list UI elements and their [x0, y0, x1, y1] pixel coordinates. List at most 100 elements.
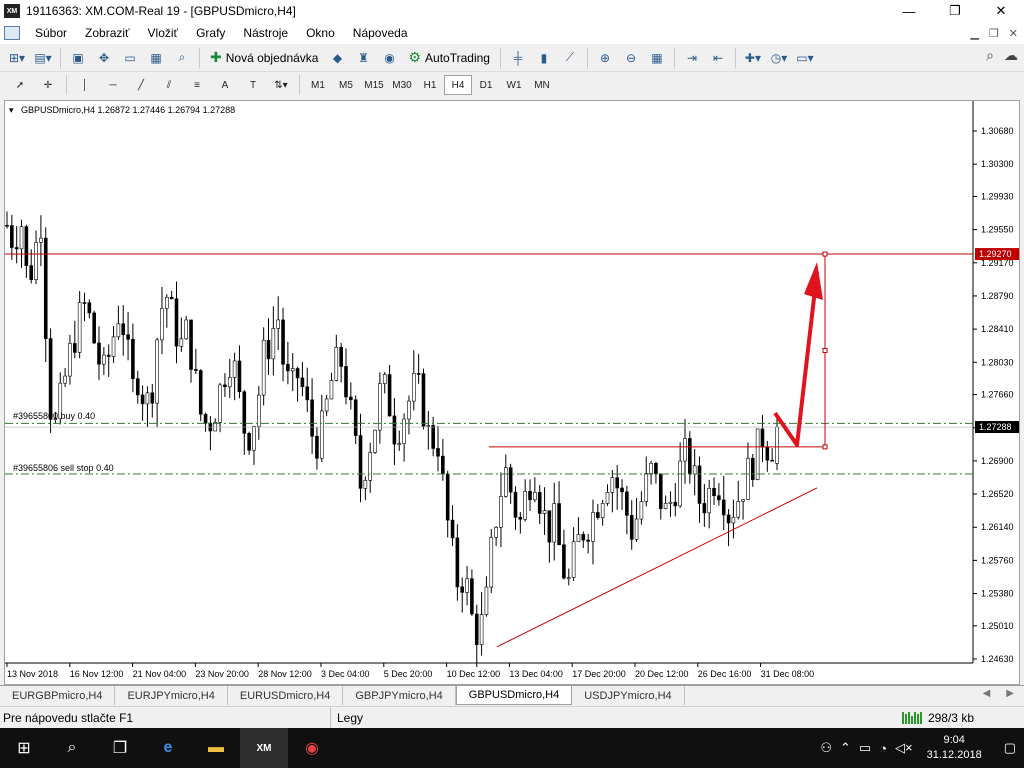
bar-chart-icon[interactable]: ╪: [507, 47, 529, 69]
data-window-icon[interactable]: ✥: [93, 47, 115, 69]
new-chart-icon[interactable]: ⊞▾: [6, 47, 28, 69]
close-button[interactable]: ✕: [978, 0, 1024, 22]
windows-start-icon[interactable]: ⊞: [0, 728, 48, 768]
menu-help[interactable]: Nápoveda: [344, 26, 417, 40]
timeframe-m30[interactable]: M30: [388, 75, 416, 95]
candle-body: [721, 499, 726, 516]
minimize-button[interactable]: —: [886, 0, 932, 22]
connection-status[interactable]: 298/3 kb: [901, 711, 974, 725]
chart-shift-icon[interactable]: ⇤: [707, 47, 729, 69]
tab-right-icon[interactable]: ▶: [1006, 688, 1014, 699]
notifications-icon[interactable]: ▢: [1004, 740, 1016, 756]
tab-eurusd[interactable]: EURUSDmicro,H4: [228, 686, 344, 705]
timeframe-w1[interactable]: W1: [500, 75, 528, 95]
signals-icon[interactable]: ◉: [378, 47, 400, 69]
templates-icon[interactable]: ▭▾: [794, 47, 816, 69]
buy-order-label[interactable]: #39655800 buy 0.40: [13, 411, 95, 421]
vertical-line-icon[interactable]: │: [71, 75, 99, 95]
periods-icon[interactable]: ◷▾: [768, 47, 790, 69]
mdi-minimize-icon[interactable]: ▁: [970, 27, 978, 40]
timeframe-m15[interactable]: M15: [360, 75, 388, 95]
timeframe-m5[interactable]: M5: [332, 75, 360, 95]
menu-charts[interactable]: Grafy: [187, 26, 234, 40]
timeframe-d1[interactable]: D1: [472, 75, 500, 95]
menu-view[interactable]: Zobraziť: [76, 26, 139, 40]
projection-handle[interactable]: [822, 347, 828, 353]
chart-window-icon[interactable]: [4, 26, 20, 40]
tab-left-icon[interactable]: ◀: [983, 688, 991, 699]
mdi-close-icon[interactable]: ✕: [1009, 27, 1018, 40]
line-chart-icon[interactable]: ⟋: [559, 47, 581, 69]
candle-body: [363, 480, 368, 489]
metaeditor-icon[interactable]: ◆: [326, 47, 348, 69]
timeframe-h4[interactable]: H4: [444, 75, 472, 95]
zoom-in-icon[interactable]: ⊕: [594, 47, 616, 69]
timeframe-mn[interactable]: MN: [528, 75, 556, 95]
cursor-icon[interactable]: ➚: [6, 75, 34, 95]
task-view-icon[interactable]: ❐: [96, 728, 144, 768]
search-icon[interactable]: ⌕: [986, 47, 994, 64]
trendline-icon[interactable]: ╱: [127, 75, 155, 95]
candle-body: [305, 386, 310, 401]
tab-eurjpy[interactable]: EURJPYmicro,H4: [115, 686, 228, 705]
network-icon[interactable]: ◔: [879, 741, 887, 756]
xm-terminal-icon[interactable]: XM: [240, 728, 288, 768]
menu-window[interactable]: Okno: [297, 26, 344, 40]
tab-eurgbp[interactable]: EURGBPmicro,H4: [0, 686, 116, 705]
new-order-button[interactable]: ✚ Nová objednávka: [206, 47, 322, 69]
candle-body: [310, 399, 314, 437]
market-icon[interactable]: ♜: [352, 47, 374, 69]
price-chart[interactable]: ▾ GBPUSDmicro,H4 1.26872 1.27446 1.26794…: [5, 101, 1019, 684]
text-icon[interactable]: A: [211, 75, 239, 95]
price-label: 1.29550: [981, 225, 1014, 235]
connection-bars-icon: [901, 711, 924, 724]
equidistant-channel-icon[interactable]: ⫽: [155, 75, 183, 95]
menu-tools[interactable]: Nástroje: [234, 26, 297, 40]
projection-handle[interactable]: [822, 251, 828, 257]
chart-window[interactable]: ▾ GBPUSDmicro,H4 1.26872 1.27446 1.26794…: [4, 100, 1020, 685]
arrows-icon[interactable]: ⇅▾: [267, 75, 295, 95]
edge-browser-icon[interactable]: e: [144, 728, 192, 768]
maximize-button[interactable]: ❐: [932, 0, 978, 22]
mdi-restore-icon[interactable]: ❐: [989, 27, 999, 40]
zoom-out-icon[interactable]: ⊖: [620, 47, 642, 69]
terminal-icon[interactable]: ▦: [145, 47, 167, 69]
chevron-up-icon[interactable]: ⌃: [840, 740, 851, 756]
status-bar: Pre nápovedu stlačte F1 Legy 298/3 kb: [0, 706, 1024, 728]
text-label-icon[interactable]: T: [239, 75, 267, 95]
market-watch-icon[interactable]: ▣: [67, 47, 89, 69]
auto-scroll-icon[interactable]: ⇥: [681, 47, 703, 69]
menu-insert[interactable]: Vložiť: [139, 26, 188, 40]
fibonacci-icon[interactable]: ≡: [183, 75, 211, 95]
profiles-icon[interactable]: ▤▾: [32, 47, 54, 69]
new-order-icon: ✚: [210, 49, 222, 65]
people-icon[interactable]: ⚇: [820, 740, 832, 756]
menu-file[interactable]: Súbor: [26, 26, 76, 40]
chart-header-arrow-icon[interactable]: ▾: [9, 105, 14, 115]
timeframe-m1[interactable]: M1: [304, 75, 332, 95]
tab-usdjpy[interactable]: USDJPYmicro,H4: [572, 686, 685, 705]
candlestick-chart-icon[interactable]: ▮: [533, 47, 555, 69]
navigator-icon[interactable]: ▭: [119, 47, 141, 69]
timeframe-h1[interactable]: H1: [416, 75, 444, 95]
tab-gbpusd[interactable]: GBPUSDmicro,H4: [455, 686, 573, 705]
candle-body: [629, 514, 634, 540]
strategy-tester-icon[interactable]: ⌕: [171, 47, 193, 69]
crosshair-icon[interactable]: ✛: [34, 75, 62, 95]
chat-icon[interactable]: ☁: [1004, 47, 1018, 64]
tab-gbpjpy[interactable]: GBPJPYmicro,H4: [343, 686, 456, 705]
autotrading-button[interactable]: ⚙ AutoTrading: [404, 47, 494, 69]
sell-stop-order-label[interactable]: #39655806 sell stop 0.40: [13, 463, 114, 473]
candle-body: [72, 343, 77, 353]
projection-handle[interactable]: [822, 444, 828, 450]
search-icon[interactable]: ⌕: [48, 728, 96, 768]
indicators-icon[interactable]: ✚▾: [742, 47, 764, 69]
candle-body: [547, 510, 552, 543]
volume-icon[interactable]: ◁×: [895, 740, 913, 756]
clock[interactable]: 9:04 31.12.2018: [927, 733, 982, 763]
tile-windows-icon[interactable]: ▦: [646, 47, 668, 69]
battery-icon[interactable]: ▭: [859, 740, 871, 756]
file-explorer-icon[interactable]: ▬: [192, 728, 240, 768]
chrome-icon[interactable]: ◉: [288, 728, 336, 768]
horizontal-line-icon[interactable]: ─: [99, 75, 127, 95]
